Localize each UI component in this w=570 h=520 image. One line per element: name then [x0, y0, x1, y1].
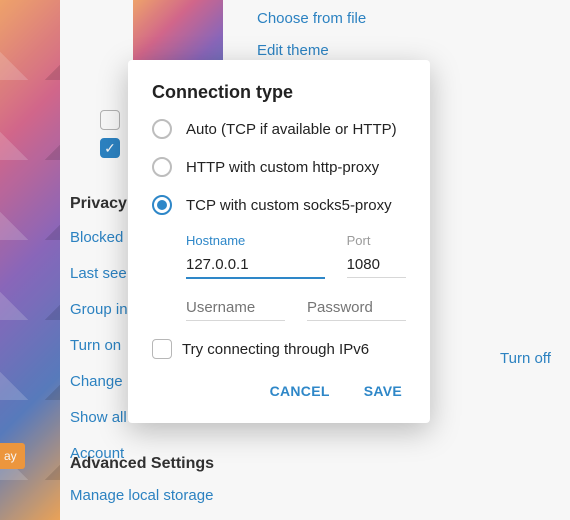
radio-auto-label: Auto (TCP if available or HTTP)	[186, 121, 397, 138]
modal-title: Connection type	[152, 82, 406, 103]
username-input[interactable]	[186, 297, 285, 321]
radio-icon	[152, 195, 172, 215]
hostname-label: Hostname	[186, 233, 325, 248]
save-button[interactable]: SAVE	[360, 375, 406, 407]
radio-tcp[interactable]: TCP with custom socks5-proxy	[152, 195, 406, 215]
radio-http-label: HTTP with custom http-proxy	[186, 159, 379, 176]
radio-tcp-label: TCP with custom socks5-proxy	[186, 197, 392, 214]
ipv6-checkbox[interactable]	[152, 339, 172, 359]
hostname-input[interactable]	[186, 254, 325, 279]
connection-type-modal: Connection type Auto (TCP if available o…	[128, 60, 430, 423]
cancel-button[interactable]: CANCEL	[266, 375, 334, 407]
radio-icon	[152, 119, 172, 139]
radio-auto[interactable]: Auto (TCP if available or HTTP)	[152, 119, 406, 139]
ipv6-label: Try connecting through IPv6	[182, 341, 369, 358]
radio-icon	[152, 157, 172, 177]
port-input[interactable]	[347, 254, 406, 278]
radio-http[interactable]: HTTP with custom http-proxy	[152, 157, 406, 177]
port-label: Port	[347, 233, 406, 248]
password-input[interactable]	[307, 297, 406, 321]
